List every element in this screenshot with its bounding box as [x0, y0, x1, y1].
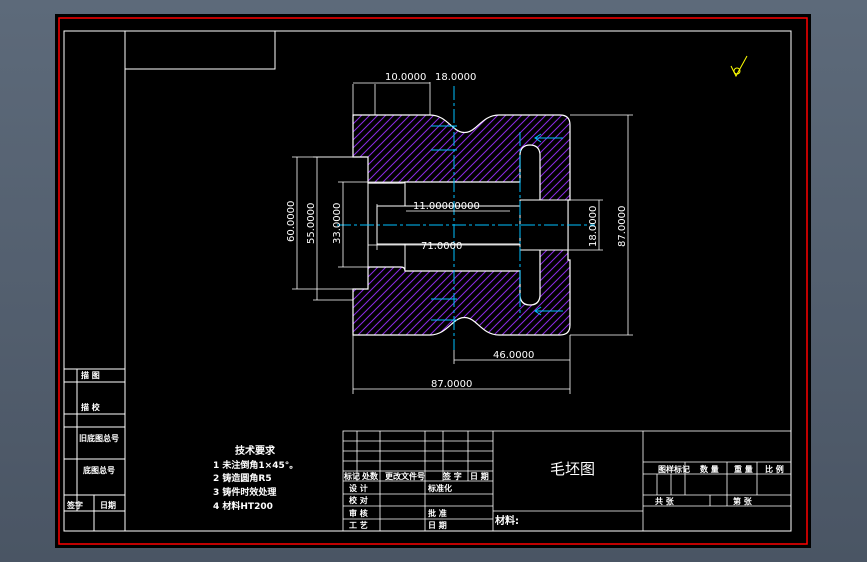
- tech-req-item: 4 材料HT200: [213, 500, 273, 512]
- title-block-role-check: 校 对: [349, 495, 368, 505]
- title-block-header-mark: 标记: [343, 471, 360, 481]
- title-block-total-sheets: 共 张: [655, 496, 675, 506]
- left-col-label-old-base: 旧底图总号: [79, 433, 119, 443]
- cad-drawing: 描 图 描 校 旧底图总号 底图总号 签字 日期 10.0000 18.0000…: [58, 17, 808, 545]
- dim-left-inner-height: 55.0000: [306, 203, 317, 244]
- material-label: 材料:: [495, 514, 519, 527]
- title-block-header-file: 更改文件号: [385, 471, 425, 481]
- title-block-header-date: 日 期: [470, 471, 489, 481]
- dim-inner-length: 71.0000: [421, 241, 462, 252]
- title-block-approve: 批 准: [428, 508, 447, 518]
- tech-req-item: 2 铸造圆角R5: [213, 472, 272, 484]
- title-block-sheet-no: 第 张: [733, 496, 753, 506]
- title-block-role-process: 工 艺: [349, 520, 368, 530]
- title-block-quantity: 数 量: [700, 464, 719, 474]
- left-col-label-sign: 签字: [66, 500, 83, 510]
- dim-right-step-width: 46.0000: [493, 350, 534, 361]
- title-block-role-design: 设 计: [349, 483, 368, 493]
- dim-bore-height: 33.0000: [332, 203, 343, 244]
- left-col-label-base: 底图总号: [82, 465, 115, 475]
- left-col-label-miaotu: 描 图: [81, 370, 100, 380]
- title-block-standardization: 标准化: [427, 483, 452, 493]
- title-block-scale: 比 例: [765, 464, 784, 474]
- tech-req-title: 技术要求: [235, 444, 276, 457]
- drawing-viewport[interactable]: 描 图 描 校 旧底图总号 底图总号 签字 日期 10.0000 18.0000…: [55, 14, 811, 548]
- top-left-code-box: [124, 30, 276, 70]
- left-col-label-miaojiao: 描 校: [81, 402, 101, 412]
- title-block-header-sign: 签 字: [442, 471, 462, 481]
- tech-req-item: 1 未注倒角1×45°。: [213, 459, 298, 471]
- title-block-date: 日 期: [428, 520, 447, 530]
- title-block: [342, 430, 792, 532]
- surface-finish-symbol-icon: [730, 55, 748, 78]
- part-name: 毛坯图: [550, 460, 595, 478]
- tech-req-item: 3 铸件时效处理: [213, 486, 276, 498]
- dim-right-small-height: 18.0000: [588, 206, 599, 247]
- title-block-header-count: 处数: [361, 471, 379, 481]
- dim-total-height: 87.0000: [617, 206, 628, 247]
- dim-left-outer-height: 60.0000: [286, 201, 297, 242]
- dim-bore-length: 11.00000000: [413, 201, 480, 212]
- left-col-label-date: 日期: [100, 500, 116, 510]
- title-block-role-review: 审 核: [349, 508, 368, 518]
- title-block-weight: 重 量: [734, 464, 753, 474]
- dim-top-slot-width: 18.0000: [435, 72, 476, 83]
- dim-total-width: 87.0000: [431, 379, 472, 390]
- dim-top-left-width: 10.0000: [385, 72, 426, 83]
- title-block-drawing-mark: 图样标记: [658, 464, 690, 474]
